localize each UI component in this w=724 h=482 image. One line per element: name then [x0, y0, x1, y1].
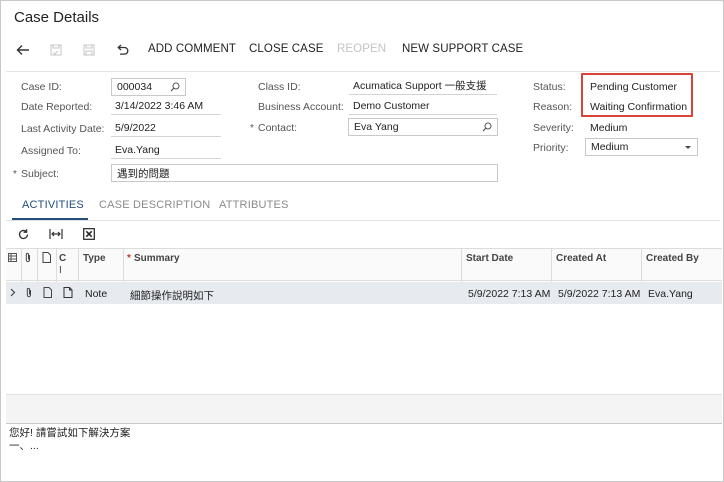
- business-account-value: Demo Customer: [353, 99, 430, 112]
- reopen-button[interactable]: REOPEN: [337, 43, 386, 55]
- column-created-by-header[interactable]: Created By: [646, 253, 699, 264]
- business-account-label: Business Account:: [258, 101, 344, 113]
- refresh-icon[interactable]: [17, 228, 30, 241]
- column-summary-header[interactable]: Summary: [134, 253, 180, 264]
- row-start-date: 5/9/2022 7:13 AM: [468, 288, 551, 300]
- subject-label: Subject:: [21, 168, 59, 180]
- severity-label: Severity:: [533, 122, 574, 134]
- subject-value: 遇到的問題: [117, 167, 170, 180]
- page-title: Case Details: [14, 9, 100, 26]
- active-tab-indicator: [12, 218, 88, 220]
- case-id-value: 000034: [117, 81, 153, 93]
- date-reported-label: Date Reported:: [21, 101, 93, 113]
- row-note-icon[interactable]: [63, 287, 73, 298]
- save-icon[interactable]: [80, 42, 98, 58]
- last-activity-field: 5/9/2022: [111, 119, 221, 137]
- search-icon[interactable]: [170, 82, 180, 92]
- contact-field[interactable]: Eva Yang: [348, 118, 498, 136]
- export-excel-icon[interactable]: [83, 228, 95, 240]
- priority-select[interactable]: Medium: [585, 138, 698, 156]
- column-c-header[interactable]: C: [59, 253, 66, 264]
- date-reported-value: 3/14/2022 3:46 AM: [115, 99, 204, 112]
- column-type-header[interactable]: Type: [83, 253, 106, 264]
- row-document-icon[interactable]: [43, 287, 52, 298]
- tab-activities[interactable]: ACTIVITIES: [22, 199, 84, 211]
- status-label: Status:: [533, 81, 566, 93]
- severity-value[interactable]: Medium: [590, 122, 627, 134]
- attachment-header-icon: [24, 252, 32, 263]
- activity-preview: 您好! 請嘗試如下解決方案 一、...: [9, 427, 130, 453]
- last-activity-value: 5/9/2022: [115, 121, 156, 134]
- priority-label: Priority:: [533, 142, 569, 154]
- row-expand-chevron-icon[interactable]: [10, 288, 16, 297]
- class-id-value: Acumatica Support 一般支援: [353, 80, 487, 92]
- undo-icon[interactable]: [113, 42, 131, 58]
- row-type: Note: [85, 288, 108, 300]
- last-activity-label: Last Activity Date:: [21, 123, 105, 135]
- assigned-to-value: Eva.Yang: [115, 143, 160, 156]
- row-summary-link[interactable]: 細節操作說明如下: [130, 288, 214, 303]
- contact-label: Contact:: [258, 122, 298, 134]
- close-case-button[interactable]: CLOSE CASE: [249, 43, 324, 55]
- subject-input[interactable]: 遇到的問題: [111, 164, 498, 182]
- tab-attributes[interactable]: ATTRIBUTES: [219, 199, 289, 211]
- status-reason-highlight: [581, 73, 693, 117]
- grid-header: [6, 248, 722, 281]
- column-created-at-header[interactable]: Created At: [556, 253, 606, 264]
- grid-empty-area: [6, 304, 722, 394]
- grid-footer: [6, 394, 722, 424]
- class-id-field[interactable]: Acumatica Support 一般支援: [349, 77, 497, 95]
- column-c-subheader: I: [59, 265, 62, 276]
- assigned-to-field[interactable]: Eva.Yang: [111, 141, 221, 159]
- preview-line-2: 一、...: [9, 440, 39, 452]
- dropdown-arrow-icon[interactable]: [684, 145, 692, 150]
- case-id-label: Case ID:: [21, 81, 62, 93]
- column-start-date-header[interactable]: Start Date: [466, 253, 513, 264]
- document-header-icon: [42, 252, 51, 263]
- tab-case-description[interactable]: CASE DESCRIPTION: [99, 199, 210, 211]
- priority-value: Medium: [591, 141, 629, 153]
- row-created-at: 5/9/2022 7:13 AM: [558, 288, 641, 300]
- row-attachment-icon[interactable]: [25, 287, 33, 298]
- row-selector-header-icon[interactable]: [8, 253, 17, 262]
- back-arrow-icon[interactable]: [14, 42, 32, 58]
- contact-value: Eva Yang: [354, 121, 399, 133]
- date-reported-field: 3/14/2022 3:46 AM: [111, 97, 221, 115]
- subject-required-mark: *: [13, 169, 17, 180]
- class-id-label: Class ID:: [258, 81, 301, 93]
- search-icon[interactable]: [482, 122, 492, 132]
- business-account-field[interactable]: Demo Customer: [349, 97, 497, 115]
- reason-label: Reason:: [533, 101, 573, 113]
- grid-toolbar: [6, 221, 720, 248]
- assigned-to-label: Assigned To:: [21, 145, 81, 157]
- preview-line-1: 您好! 請嘗試如下解決方案: [9, 427, 131, 439]
- summary-required-mark: *: [127, 253, 131, 264]
- add-comment-button[interactable]: ADD COMMENT: [148, 43, 236, 55]
- row-created-by: Eva.Yang: [648, 288, 693, 300]
- new-support-case-button[interactable]: NEW SUPPORT CASE: [402, 43, 523, 55]
- contact-required-mark: *: [250, 123, 254, 134]
- save-close-icon[interactable]: [47, 42, 65, 58]
- fit-to-screen-icon[interactable]: [49, 228, 63, 240]
- case-id-field[interactable]: 000034: [111, 78, 186, 96]
